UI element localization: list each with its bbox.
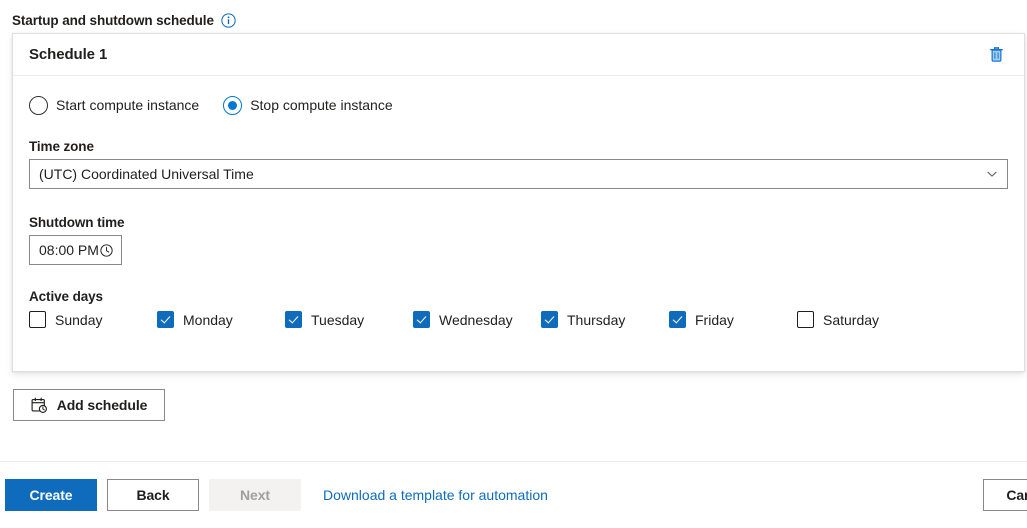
info-circle-icon[interactable] [221, 12, 236, 28]
schedule-card-body: Start compute instance Stop compute inst… [13, 76, 1024, 328]
footer-action-bar: Create Back Next Download a template for… [0, 461, 1027, 528]
checkbox-mark [797, 311, 814, 328]
shutdown-time-field: Shutdown time 08:00 PM [29, 215, 1008, 265]
add-schedule-button[interactable]: Add schedule [13, 389, 165, 421]
add-schedule-label: Add schedule [56, 397, 148, 413]
day-checkbox-sunday[interactable]: Sunday [29, 311, 157, 328]
timezone-select[interactable]: (UTC) Coordinated Universal Time [29, 159, 1008, 189]
radio-label-start: Start compute instance [56, 97, 200, 113]
day-checkbox-friday[interactable]: Friday [669, 311, 797, 328]
checkbox-mark [669, 311, 686, 328]
day-checkbox-wednesday[interactable]: Wednesday [413, 311, 541, 328]
chevron-down-icon [987, 171, 997, 177]
day-label: Thursday [567, 311, 626, 328]
compute-action-radio-group: Start compute instance Stop compute inst… [29, 93, 1008, 117]
clock-icon [100, 243, 113, 257]
calendar-clock-icon [31, 397, 47, 413]
day-label: Tuesday [311, 311, 365, 328]
active-days-label: Active days [29, 289, 103, 304]
day-checkbox-thursday[interactable]: Thursday [541, 311, 669, 328]
timezone-field: Time zone (UTC) Coordinated Universal Ti… [29, 139, 1008, 189]
trash-icon [989, 47, 1003, 62]
delete-schedule-button[interactable] [982, 41, 1010, 69]
checkbox-mark [157, 311, 174, 328]
day-checkbox-saturday[interactable]: Saturday [797, 311, 925, 328]
radio-stop-compute-instance[interactable]: Stop compute instance [223, 95, 393, 115]
schedule-card-header: Schedule 1 [13, 34, 1024, 76]
cancel-button[interactable]: Cancel [983, 479, 1027, 511]
section-header: Startup and shutdown schedule [12, 10, 236, 30]
shutdown-time-value: 08:00 PM [39, 242, 99, 258]
next-button[interactable]: Next [209, 479, 301, 511]
checkbox-mark [29, 311, 46, 328]
shutdown-time-label: Shutdown time [29, 215, 125, 230]
day-label: Saturday [823, 311, 880, 328]
day-label: Friday [695, 311, 734, 328]
radio-mark-unchecked [29, 95, 48, 115]
schedule-title: Schedule 1 [29, 46, 108, 63]
create-button[interactable]: Create [5, 479, 97, 511]
day-checkbox-tuesday[interactable]: Tuesday [285, 311, 413, 328]
checkbox-mark [285, 311, 302, 328]
page-title: Startup and shutdown schedule [12, 12, 214, 28]
checkbox-mark [541, 311, 558, 328]
radio-start-compute-instance[interactable]: Start compute instance [29, 95, 200, 115]
day-label: Monday [183, 311, 233, 328]
checkbox-mark [413, 311, 430, 328]
day-label: Wednesday [439, 311, 513, 328]
shutdown-time-input[interactable]: 08:00 PM [29, 235, 122, 265]
radio-label-stop: Stop compute instance [250, 97, 393, 113]
active-days-field: Active days Sunday Monday Tuesday Wednes… [29, 289, 1008, 328]
schedule-card: Schedule 1 Start compute instance Stop c… [12, 33, 1025, 372]
day-label: Sunday [55, 311, 103, 328]
timezone-selected-value: (UTC) Coordinated Universal Time [39, 166, 254, 182]
download-template-link[interactable]: Download a template for automation [323, 487, 548, 503]
radio-mark-checked [223, 95, 243, 115]
timezone-label: Time zone [29, 139, 94, 154]
back-button[interactable]: Back [107, 479, 199, 511]
day-checkbox-monday[interactable]: Monday [157, 311, 285, 328]
active-days-row: Sunday Monday Tuesday Wednesday Thursday [29, 311, 1008, 328]
